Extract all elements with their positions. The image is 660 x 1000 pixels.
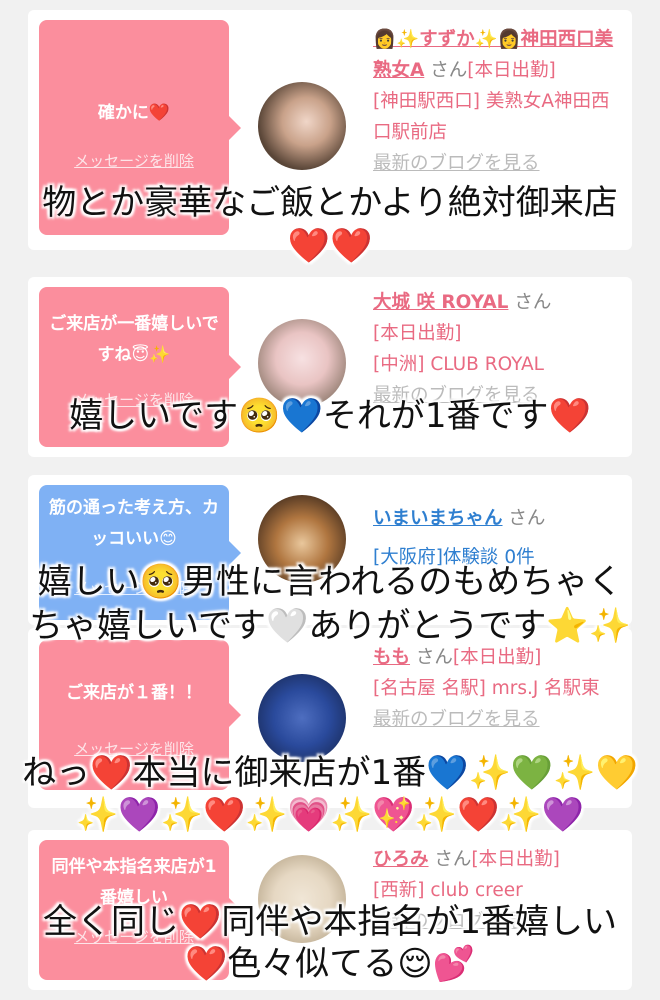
caption-line: ❤️❤️ [287, 226, 373, 266]
status-text: [本日出勤] [373, 323, 462, 344]
cast-info: 👩✨すずか✨👩神田西口美熟女A さん[本日出勤] [神田駅西口] 美熟女A神田西… [373, 24, 623, 179]
shop-text: [名古屋 名駅] mrs.J 名駅東 [373, 678, 600, 699]
caption-line: 嬉しいです🥺💙それが1番です❤️ [69, 396, 591, 436]
avatar[interactable] [258, 82, 346, 170]
shop-text: [中洲] CLUB ROYAL [373, 354, 544, 375]
cast-info: いまいまちゃん さん [大阪府]体験談 0件 [373, 503, 623, 568]
cast-info: 大城 咲 ROYAL さん [本日出勤] [中洲] CLUB ROYAL 最新の… [373, 287, 623, 411]
caption-line: ちゃ嬉しいです🤍ありがとうです⭐✨ [29, 606, 631, 646]
cast-info: もも さん[本日出勤] [名古屋 名駅] mrs.J 名駅東 最新のブログを見る [373, 642, 623, 735]
caption-line: ✨💜✨❤️✨💗✨💖✨❤️✨💜 [75, 795, 584, 835]
status-text: [本日出勤] [452, 647, 542, 668]
caption-line: ❤️色々似てる😌💕 [184, 944, 476, 984]
avatar[interactable] [258, 319, 346, 407]
message-text: ご来店が一番嬉しいですね😇✨ [49, 314, 219, 365]
avatar[interactable] [258, 674, 346, 762]
delete-message-link[interactable]: メッセージを削除 [39, 150, 229, 171]
cast-name-link[interactable]: 大城 咲 ROYAL [373, 292, 508, 313]
shop-text: [神田駅西口] 美熟女A神田西口駅前店 [373, 91, 610, 143]
status-text: [本日出勤] [471, 849, 560, 870]
cast-name-link[interactable]: もも [373, 647, 410, 668]
caption-line: 物とか豪華なご飯とかより絶対御来店 [42, 183, 618, 223]
honorific: さん [514, 292, 552, 313]
cast-name-link[interactable]: ひろみ [373, 849, 429, 870]
status-text: [本日出勤] [467, 60, 556, 81]
honorific: さん [508, 508, 546, 529]
honorific: さん [415, 647, 453, 668]
blog-link[interactable]: 最新のブログを見る [373, 709, 540, 730]
message-text: 筋の通った考え方、カッコいい😊 [49, 498, 219, 549]
message-text: ご来店が１番！！ [66, 683, 202, 703]
message-text: 確かに❤️ [97, 103, 171, 123]
honorific: さん [430, 60, 468, 81]
message-card: 筋の通った考え方、カッコいい😊 メッセージを削除 いまいまちゃん さん [大阪府… [28, 475, 632, 625]
caption-line: 全く同じ❤️同伴や本指名が1番嬉しい [43, 902, 617, 942]
cast-name-link[interactable]: いまいまちゃん [373, 508, 503, 529]
honorific: さん [434, 849, 472, 870]
blog-link[interactable]: 最新のブログを見る [373, 153, 540, 174]
shop-text: [西新] club creer [373, 880, 523, 901]
caption-line: 嬉しい🥺男性に言われるのもめちゃく [37, 562, 623, 602]
caption-line: ねっ❤️本当に御来店が1番💙✨💚✨💛 [22, 753, 638, 793]
